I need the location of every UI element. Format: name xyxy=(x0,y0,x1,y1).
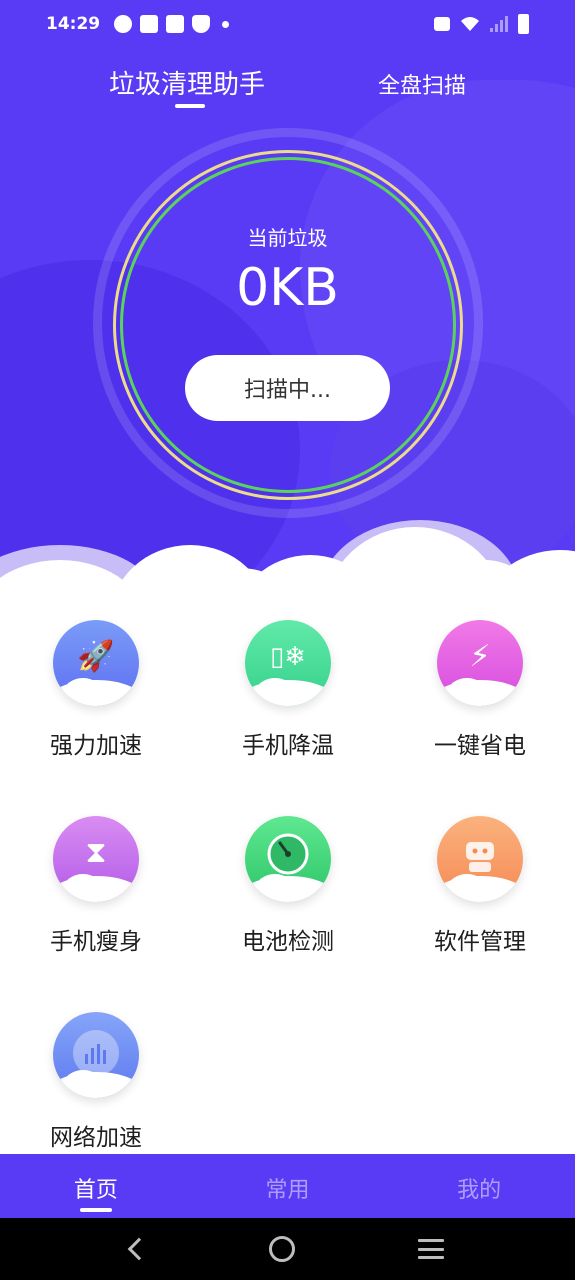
feature-label: 一键省电 xyxy=(434,733,526,759)
network-bars-icon xyxy=(53,1012,139,1098)
power-save-icon: ⚡ xyxy=(437,620,523,706)
back-icon[interactable] xyxy=(127,1237,151,1261)
feature-label: 手机降温 xyxy=(242,733,334,759)
home-icon[interactable] xyxy=(269,1236,296,1262)
feature-label: 电池检测 xyxy=(242,929,334,955)
phone-cool-icon: ▯❄ xyxy=(245,620,331,706)
slim-icon: ⧗ xyxy=(53,816,139,902)
tab-junk-clean[interactable]: 垃圾清理助手 xyxy=(109,64,265,101)
feature-network-boost[interactable]: 网络加速 xyxy=(26,1012,166,1152)
battery-gauge-icon xyxy=(245,816,331,902)
feature-label: 手机瘦身 xyxy=(50,929,142,955)
system-nav-bar xyxy=(0,1218,575,1280)
bottom-nav: 首页 常用 我的 xyxy=(0,1154,575,1218)
nav-home-label: 首页 xyxy=(73,1178,118,1203)
mail-icon xyxy=(140,15,159,33)
robot-icon xyxy=(437,816,523,902)
feature-battery-check[interactable]: 电池检测 xyxy=(218,816,358,956)
mail-icon xyxy=(166,15,185,33)
wifi-icon xyxy=(461,17,479,31)
feature-boost[interactable]: 🚀 强力加速 xyxy=(26,620,166,760)
feature-label: 强力加速 xyxy=(50,733,142,759)
junk-label: 当前垃圾 xyxy=(247,226,328,250)
feature-power-save[interactable]: ⚡ 一键省电 xyxy=(410,620,550,760)
tab-full-scan[interactable]: 全盘扫描 xyxy=(378,68,466,100)
dot-icon xyxy=(222,20,230,28)
top-tabs: 垃圾清理助手 全盘扫描 xyxy=(0,60,575,110)
status-time: 14:29 xyxy=(46,14,101,34)
feature-label: 软件管理 xyxy=(434,929,526,955)
scan-ring-green xyxy=(120,157,456,493)
nav-mine[interactable]: 我的 xyxy=(383,1154,575,1218)
signal-icon xyxy=(490,16,508,32)
nav-home[interactable]: 首页 xyxy=(0,1154,192,1218)
vibrate-icon xyxy=(434,17,450,31)
feature-cool-down[interactable]: ▯❄ 手机降温 xyxy=(218,620,358,760)
feature-label: 网络加速 xyxy=(50,1125,142,1151)
nav-common[interactable]: 常用 xyxy=(192,1154,384,1218)
junk-value: 0KB xyxy=(236,258,339,318)
feature-slim[interactable]: ⧗ 手机瘦身 xyxy=(26,816,166,956)
nav-mine-label: 我的 xyxy=(457,1178,502,1203)
feature-app-manager[interactable]: 软件管理 xyxy=(410,816,550,956)
shield-icon xyxy=(192,15,211,33)
status-bar: 14:29 xyxy=(0,0,575,48)
tab-active-indicator xyxy=(175,104,205,108)
nav-active-indicator xyxy=(79,1208,112,1212)
rocket-icon: 🚀 xyxy=(53,620,139,706)
battery-icon xyxy=(518,14,529,34)
scan-button[interactable]: 扫描中... xyxy=(185,355,390,421)
timer-icon xyxy=(114,15,133,33)
nav-common-label: 常用 xyxy=(265,1178,310,1203)
menu-icon[interactable] xyxy=(417,1239,444,1259)
